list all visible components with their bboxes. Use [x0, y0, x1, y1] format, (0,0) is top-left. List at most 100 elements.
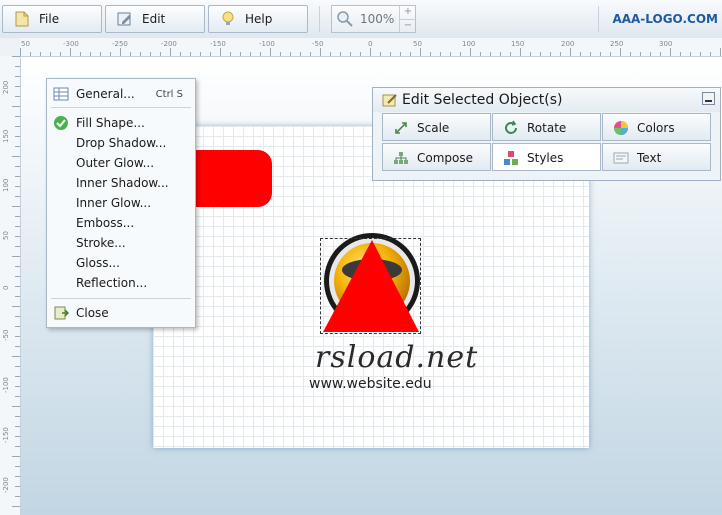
- menu-item-label: Outer Glow...: [76, 156, 155, 170]
- menu-item-label: Inner Glow...: [76, 196, 152, 210]
- menu-item-close[interactable]: Close: [47, 303, 195, 323]
- toolbar-divider: [598, 6, 599, 32]
- ruler-label: 150: [511, 40, 525, 48]
- scale-icon: [393, 120, 409, 136]
- ruler-label: 0: [368, 40, 373, 48]
- help-menu-label: Help: [245, 12, 273, 26]
- horizontal-ruler: 50 -300 -250 -200 -150 -100 -50 0 50 100…: [20, 38, 722, 57]
- ruler-label: 50: [2, 231, 10, 240]
- menu-item-gloss[interactable]: Gloss...: [47, 253, 195, 273]
- edit-object-icon: [382, 92, 398, 108]
- panel-title-bar[interactable]: Edit Selected Object(s): [373, 88, 720, 112]
- ruler-label: -150: [2, 427, 10, 443]
- styles-label: Styles: [527, 151, 564, 165]
- brand-logo-text[interactable]: AAA-LOGO.COM: [612, 12, 718, 26]
- menu-item-inner-glow[interactable]: Inner Glow...: [47, 193, 195, 213]
- menu-item-label: Inner Shadow...: [76, 176, 169, 190]
- table-icon: [53, 86, 69, 102]
- file-icon: [13, 10, 31, 28]
- menu-item-emboss[interactable]: Emboss...: [47, 213, 195, 233]
- edit-menu-button[interactable]: Edit: [105, 5, 205, 33]
- menu-item-label: Gloss...: [76, 256, 120, 270]
- red-rounded-shape[interactable]: [195, 150, 272, 207]
- zoom-value[interactable]: 100%: [360, 12, 394, 26]
- menu-item-label: Drop Shadow...: [76, 136, 167, 150]
- menu-separator: [51, 107, 191, 108]
- file-menu-label: File: [39, 12, 60, 26]
- file-menu-button[interactable]: File: [2, 5, 102, 33]
- edit-menu-label: Edit: [142, 12, 166, 26]
- vertical-ruler: 200 150 100 50 0 -50 -100 -150 -200: [0, 56, 21, 515]
- styles-icon: [503, 150, 519, 166]
- ruler-label: 100: [462, 40, 476, 48]
- selection-box[interactable]: [320, 238, 421, 334]
- ruler-label: 200: [561, 40, 575, 48]
- menu-item-label: General...: [76, 87, 135, 101]
- text-label: Text: [637, 151, 662, 165]
- ruler-label: 0: [2, 285, 10, 290]
- color-wheel-icon: [613, 120, 629, 136]
- ruler-label: -300: [63, 40, 79, 48]
- ruler-label: -200: [161, 40, 177, 48]
- rotate-label: Rotate: [527, 121, 567, 135]
- ruler-label: 250: [610, 40, 624, 48]
- help-menu-button[interactable]: Help: [208, 5, 308, 33]
- compose-icon: [393, 150, 409, 166]
- menu-item-stroke[interactable]: Stroke...: [47, 233, 195, 253]
- logo-title-text[interactable]: rsload.net: [315, 340, 478, 375]
- zoom-out-button[interactable]: −: [400, 20, 416, 33]
- menu-separator: [51, 298, 191, 299]
- menu-item-label: Stroke...: [76, 236, 126, 250]
- menu-item-drop-shadow[interactable]: Drop Shadow...: [47, 133, 195, 153]
- main-toolbar: File Edit Help 100% + − AAA-LOGO.COM: [0, 0, 722, 39]
- ruler-label: 300: [659, 40, 673, 48]
- colors-label: Colors: [637, 121, 675, 135]
- ruler-label: 50: [413, 40, 422, 48]
- rotate-button[interactable]: Rotate: [492, 113, 601, 141]
- compose-label: Compose: [417, 151, 474, 165]
- menu-item-reflection[interactable]: Reflection...: [47, 273, 195, 293]
- zoom-spinner: + −: [399, 6, 416, 32]
- compose-button[interactable]: Compose: [382, 143, 491, 171]
- logo-subtitle-text[interactable]: www.website.edu: [309, 376, 432, 392]
- ruler-label: 150: [2, 129, 10, 143]
- ruler-label: 50: [21, 40, 30, 48]
- zoom-in-button[interactable]: +: [400, 6, 416, 20]
- text-icon: [613, 150, 629, 166]
- rotate-icon: [503, 120, 519, 136]
- menu-item-label: Close: [76, 306, 109, 320]
- panel-title: Edit Selected Object(s): [402, 92, 563, 108]
- toolbar-divider: [319, 6, 320, 32]
- ruler-label: -150: [210, 40, 226, 48]
- object-context-menu: General... Ctrl S Fill Shape... Drop Sha…: [46, 78, 196, 328]
- scale-button[interactable]: Scale: [382, 113, 491, 141]
- ruler-label: -250: [112, 40, 128, 48]
- ruler-corner: [0, 38, 21, 57]
- ruler-label: -100: [2, 377, 10, 393]
- magnifier-icon: [336, 10, 354, 28]
- styles-button[interactable]: Styles: [492, 143, 601, 171]
- ruler-label: 100: [2, 178, 10, 192]
- menu-item-general[interactable]: General... Ctrl S: [47, 84, 195, 104]
- lightbulb-icon: [219, 10, 237, 28]
- text-button[interactable]: Text: [602, 143, 711, 171]
- menu-item-fill-shape[interactable]: Fill Shape...: [47, 113, 195, 133]
- menu-item-label: Fill Shape...: [76, 116, 145, 130]
- edit-selected-panel: Edit Selected Object(s) Scale Rotate Col…: [372, 87, 721, 181]
- ruler-label: -200: [2, 477, 10, 493]
- menu-item-inner-shadow[interactable]: Inner Shadow...: [47, 173, 195, 193]
- menu-item-label: Reflection...: [76, 276, 148, 290]
- edit-icon: [116, 10, 134, 28]
- menu-item-outer-glow[interactable]: Outer Glow...: [47, 153, 195, 173]
- menu-shortcut: Ctrl S: [155, 88, 183, 100]
- ruler-label: 200: [2, 80, 10, 94]
- menu-item-label: Emboss...: [76, 216, 135, 230]
- ruler-label: -50: [312, 40, 324, 48]
- zoom-control[interactable]: 100% + −: [331, 5, 416, 33]
- close-doc-icon: [53, 305, 70, 321]
- minimize-button[interactable]: [702, 92, 715, 105]
- check-icon: [53, 115, 69, 131]
- ruler-label: -50: [2, 329, 10, 341]
- scale-label: Scale: [417, 121, 450, 135]
- colors-button[interactable]: Colors: [602, 113, 711, 141]
